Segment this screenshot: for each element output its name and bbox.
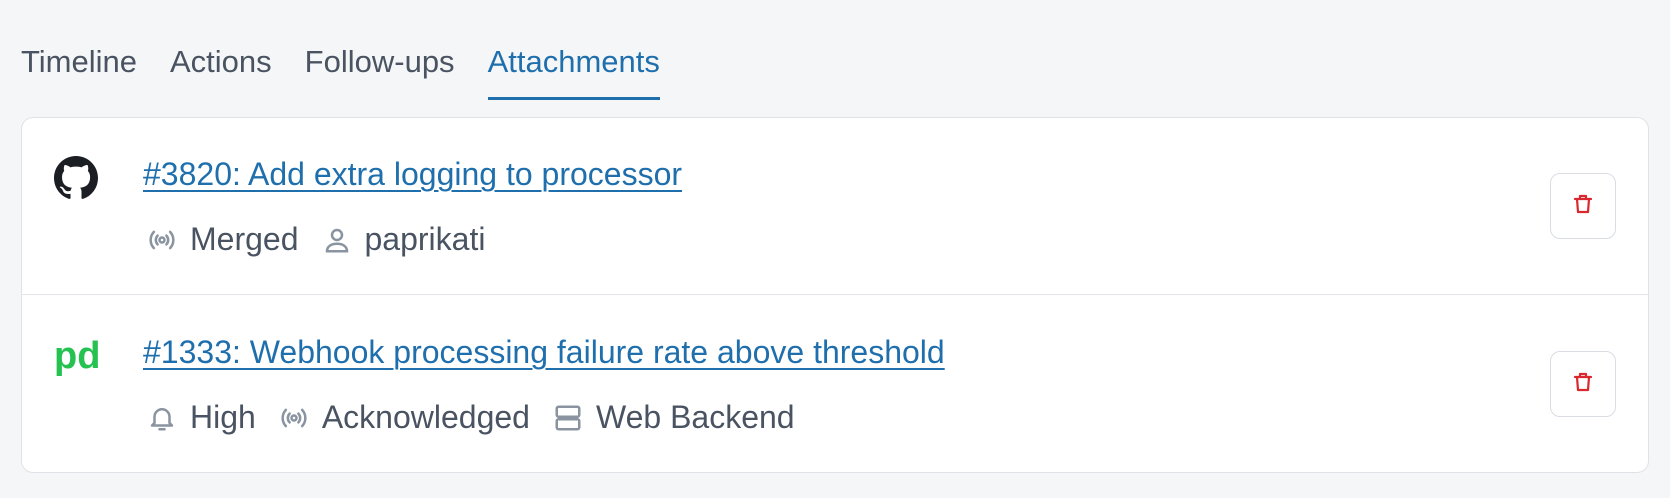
- tab-timeline[interactable]: Timeline: [21, 30, 137, 100]
- attachment-link[interactable]: #3820: Add extra logging to processor: [143, 156, 682, 193]
- attachment-row: #3820: Add extra logging to processor Me…: [22, 118, 1648, 295]
- attachments-list: #3820: Add extra logging to processor Me…: [21, 117, 1649, 473]
- author-text: paprikati: [364, 221, 486, 257]
- urgency-item: High: [146, 399, 256, 436]
- user-icon: [321, 224, 353, 256]
- tab-bar: Timeline Actions Follow-ups Attachments: [21, 24, 693, 100]
- server-icon: [552, 402, 584, 434]
- service-item: Web Backend: [552, 399, 795, 436]
- attachment-meta: Merged paprikati: [146, 221, 507, 258]
- tab-actions[interactable]: Actions: [170, 30, 272, 100]
- attachment-link[interactable]: #1333: Webhook processing failure rate a…: [143, 334, 945, 371]
- service-text: Web Backend: [595, 399, 795, 435]
- svg-text:pd: pd: [54, 335, 98, 377]
- status-text: Merged: [190, 221, 299, 257]
- status-item: Merged: [146, 221, 299, 258]
- pagerduty-icon: pd: [54, 334, 100, 378]
- trash-icon: [1571, 370, 1595, 399]
- bell-icon: [146, 402, 178, 434]
- tab-follow-ups[interactable]: Follow-ups: [305, 30, 455, 100]
- delete-button[interactable]: [1550, 173, 1616, 239]
- tab-attachments[interactable]: Attachments: [487, 30, 660, 100]
- attachment-row: pd #1333: Webhook processing failure rat…: [22, 296, 1648, 472]
- github-icon: [54, 156, 98, 200]
- broadcast-icon: [146, 224, 178, 256]
- urgency-text: High: [190, 399, 256, 435]
- status-item: Acknowledged: [278, 399, 530, 436]
- trash-icon: [1571, 192, 1595, 221]
- author-item: paprikati: [321, 221, 486, 258]
- delete-button[interactable]: [1550, 351, 1616, 417]
- broadcast-icon: [278, 402, 310, 434]
- status-text: Acknowledged: [321, 399, 530, 435]
- attachment-meta: High Acknowledged Web Backend: [146, 399, 817, 436]
